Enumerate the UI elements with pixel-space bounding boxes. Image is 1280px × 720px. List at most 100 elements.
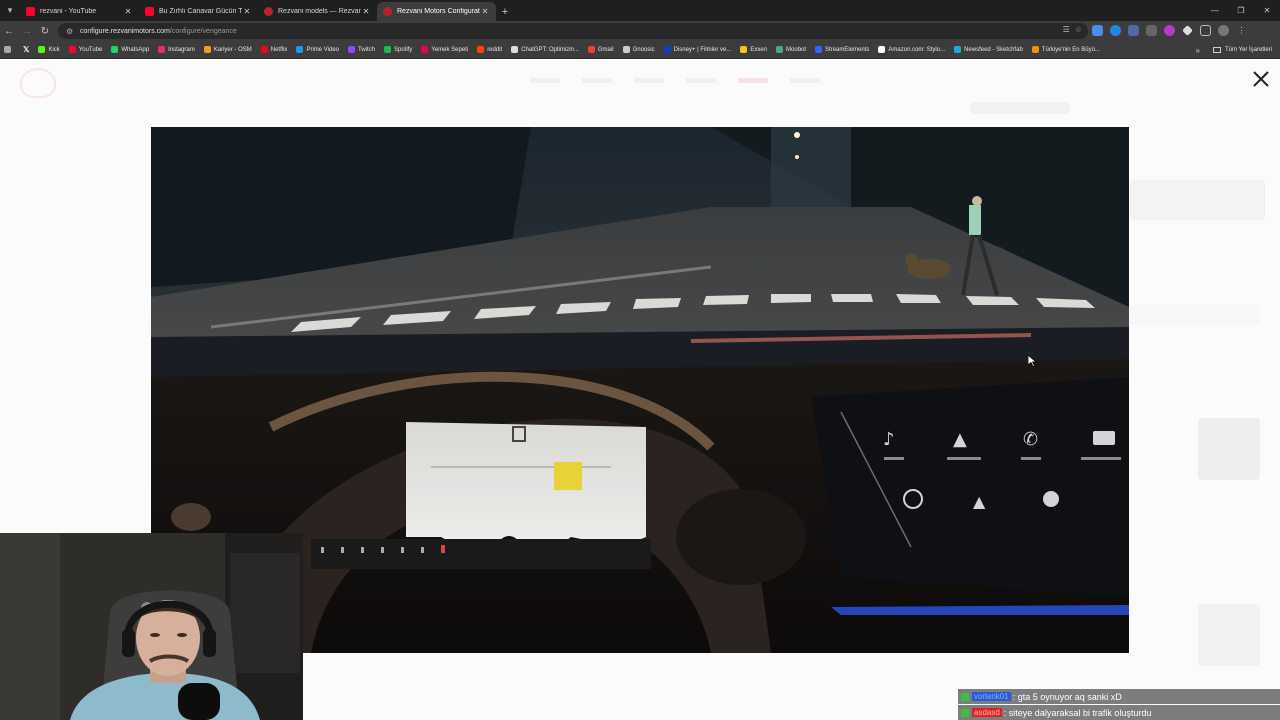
all-bookmarks-label: Tüm Yer İşaretleri — [1224, 47, 1272, 53]
bookmark-favicon-icon — [38, 46, 46, 53]
bookmarks-overflow-icon[interactable]: » — [1196, 41, 1200, 58]
bookmark-favicon-icon — [776, 46, 784, 53]
tab-3-active[interactable]: Rezvani Motors Configurator ✕ — [377, 2, 496, 21]
bookmark-item[interactable]: Gmail — [587, 46, 614, 53]
youtube-icon — [26, 7, 35, 16]
bookmark-favicon-icon — [158, 46, 166, 53]
bookmark-item[interactable]: Spotify — [384, 46, 412, 53]
background-panel — [1130, 305, 1260, 325]
bookmark-item[interactable]: ChatGPT: Optimizin... — [511, 46, 579, 53]
bookmark-item[interactable]: Moobot — [776, 46, 806, 53]
tab-search-button[interactable]: ▾ — [0, 0, 20, 21]
bookmark-favicon-icon — [477, 46, 485, 53]
bookmark-label: Moobot — [786, 46, 807, 53]
bookmark-label: Yemek Sepeti — [431, 46, 469, 53]
bookmark-item[interactable]: Netflix — [260, 46, 287, 53]
bookmark-label: Spotify — [394, 46, 413, 53]
bookmark-label: Instagram — [168, 46, 195, 53]
bookmark-favicon-icon — [622, 46, 630, 53]
bookmark-item[interactable]: WhatsApp — [111, 46, 149, 53]
tab-title: Rezvani models — Rezvani — [278, 8, 361, 15]
extension-icon[interactable] — [1164, 25, 1175, 36]
bookmark-label: StreamElements — [825, 46, 870, 53]
svg-text:♪: ♪ — [883, 429, 895, 450]
bookmark-label: Gnoosic — [632, 46, 655, 53]
url-path: /configure/vengeance — [169, 27, 237, 35]
background-panel — [970, 102, 1070, 114]
url-host: configure.rezvanimotors.com — [80, 27, 170, 35]
bookmark-item[interactable]: Yemek Sepeti — [421, 46, 468, 53]
lightbox-close-button[interactable] — [1250, 68, 1272, 90]
svg-text:▲: ▲ — [973, 492, 986, 511]
omnibox-actions: ☰ ☆ — [1063, 25, 1082, 34]
bookmark-item[interactable]: Gnoosic — [622, 46, 655, 53]
extension-icon[interactable] — [1146, 25, 1157, 36]
bookmark-item[interactable]: Türkiye'nin En Büyü... — [1031, 46, 1100, 53]
bookmark-favicon-icon — [203, 46, 211, 53]
reload-icon[interactable]: ↻ — [36, 21, 54, 41]
tab-2[interactable]: Rezvani models — Rezvani ✕ — [258, 2, 377, 21]
forward-icon[interactable]: → — [18, 21, 36, 41]
bookmark-favicon-icon — [663, 46, 671, 53]
translate-icon[interactable]: ☰ — [1063, 25, 1070, 34]
bookmark-label: Prime Video — [306, 46, 340, 53]
extension-icon[interactable] — [1128, 25, 1139, 36]
bookmark-label: Kariyer - OSM — [213, 46, 252, 53]
tab-0[interactable]: rezvani - YouTube ✕ — [20, 2, 139, 21]
bookmark-favicon-icon — [740, 46, 748, 53]
extensions-puzzle-icon[interactable] — [1200, 25, 1211, 36]
tab-close-icon[interactable]: ✕ — [480, 7, 490, 16]
bookmark-favicon-icon — [421, 46, 429, 53]
new-tab-button[interactable]: + — [496, 2, 514, 21]
minimize-icon[interactable]: — — [1202, 0, 1228, 21]
bookmark-item[interactable]: StreamElements — [815, 46, 869, 53]
tab-title: rezvani - YouTube — [40, 8, 97, 15]
mouse-cursor-icon — [1028, 355, 1036, 367]
bookmark-star-icon[interactable]: ☆ — [1075, 25, 1082, 34]
svg-text:▲: ▲ — [953, 429, 967, 450]
restore-icon[interactable]: ❐ — [1228, 0, 1254, 21]
bookmark-item[interactable]: reddit — [477, 46, 502, 53]
window-controls: — ❐ ✕ — [1202, 0, 1280, 21]
stream-chat-overlay: vorlank01 : gta 5 oynuyor aq sanki xD as… — [958, 689, 1280, 720]
close-icon — [1253, 71, 1269, 87]
tab-close-icon[interactable]: ✕ — [123, 7, 133, 16]
profile-avatar[interactable] — [1218, 25, 1229, 36]
tab-title: Bu Zırhlı Canavar Gücün Tanımı — [159, 8, 242, 15]
bookmark-item[interactable]: Newsfeed - Sketchfab — [954, 46, 1023, 53]
background-nav — [530, 78, 820, 83]
back-icon[interactable]: ← — [0, 21, 18, 41]
youtube-icon — [145, 7, 154, 16]
site-info-icon[interactable]: ⚙ — [66, 27, 76, 36]
bookmark-label: Newsfeed - Sketchfab — [964, 46, 1023, 53]
menu-kebab-icon[interactable]: ⋮ — [1236, 25, 1247, 36]
x-bookmark-icon[interactable]: 𝕏 — [23, 45, 29, 54]
tab-close-icon[interactable]: ✕ — [361, 7, 371, 16]
bookmark-item[interactable]: Instagram — [158, 46, 195, 53]
bookmark-item[interactable]: Prime Video — [296, 46, 339, 53]
bookmark-label: Disney+ | Filmler ve... — [673, 46, 732, 53]
bookmark-item[interactable]: Exxen — [740, 46, 767, 53]
address-bar[interactable]: ⚙ configure.rezvanimotors.com/configure/… — [58, 23, 1088, 39]
tab-close-icon[interactable]: ✕ — [242, 7, 252, 16]
extension-icon[interactable] — [1092, 25, 1103, 36]
extension-icon[interactable] — [1182, 25, 1193, 36]
apps-grid-icon[interactable] — [4, 46, 14, 53]
chat-username: asdasd — [972, 708, 1002, 717]
all-bookmarks-folder[interactable]: Tüm Yer İşaretleri — [1212, 41, 1272, 58]
bookmark-item[interactable]: Kariyer - OSM — [203, 46, 252, 53]
webcam-feed — [0, 533, 303, 720]
bookmark-label: Türkiye'nin En Büyü... — [1041, 46, 1100, 53]
url-text: configure.rezvanimotors.com/configure/ve… — [80, 28, 237, 35]
rezvani-icon — [383, 7, 392, 16]
bookmark-item[interactable]: Twitch — [348, 46, 375, 53]
bookmark-item[interactable]: Disney+ | Filmler ve... — [663, 46, 732, 53]
extension-icon[interactable] — [1110, 25, 1121, 36]
window-close-icon[interactable]: ✕ — [1254, 0, 1280, 21]
bookmark-list: Kick YouTube WhatsApp Instagram Kariyer - OS… — [38, 46, 1109, 53]
bookmark-item[interactable]: YouTube — [68, 46, 102, 53]
bookmark-item[interactable]: Kick — [38, 46, 60, 53]
bookmark-item[interactable]: Amazon.com: Stylo... — [878, 46, 945, 53]
chat-text: : siteye dalyaraksal bi trafik oluşturdu — [1003, 707, 1152, 718]
tab-1[interactable]: Bu Zırhlı Canavar Gücün Tanımı ✕ — [139, 2, 258, 21]
